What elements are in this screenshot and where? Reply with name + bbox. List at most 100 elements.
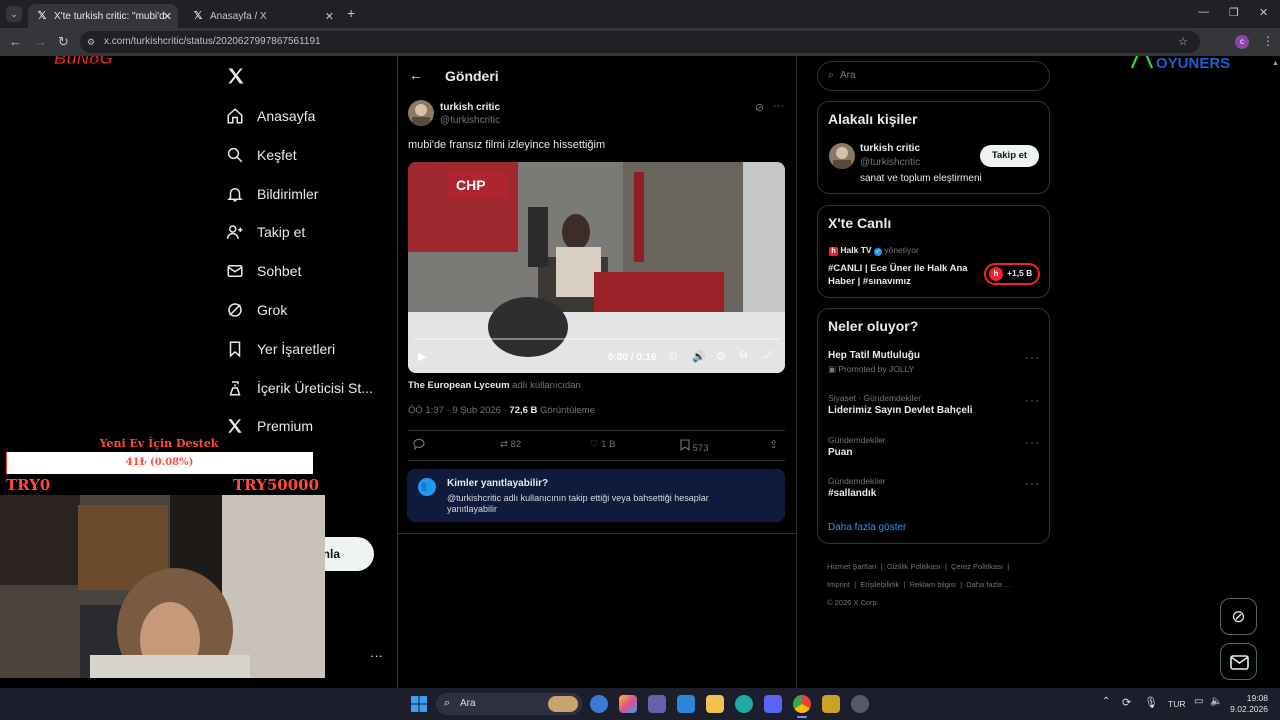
footer-link[interactable]: Çerez Politikası — [951, 562, 1003, 571]
language-indicator[interactable]: TUR — [1168, 699, 1185, 709]
settings-icon[interactable]: ⚙ — [716, 350, 726, 363]
store-icon[interactable] — [677, 695, 695, 713]
reload-icon[interactable]: ↻ — [58, 35, 69, 49]
site-info-icon[interactable]: ⚙ — [87, 31, 95, 53]
chrome-icon[interactable] — [793, 695, 811, 713]
video-progress-track[interactable] — [414, 338, 779, 340]
discord-icon[interactable] — [764, 695, 782, 713]
related-name[interactable]: turkish critic — [860, 143, 920, 154]
fullscreen-icon[interactable]: ⤢ — [764, 350, 772, 361]
footer-link[interactable]: Erişilebilirlik — [860, 580, 899, 589]
live-listeners-badge[interactable]: h +1,5 B — [984, 263, 1040, 285]
tab-search-button[interactable]: ⌄ — [6, 6, 22, 22]
url-field[interactable]: ⚙ x.com/turkishcritic/status/20206279978… — [80, 31, 1200, 53]
attribution-name[interactable]: The European Lyceum — [408, 380, 510, 391]
related-handle[interactable]: @turkishcritic — [860, 157, 920, 168]
captions-icon[interactable]: ⊡ — [669, 351, 677, 362]
live-stream-title[interactable]: #CANLI | Ece Üner ile Halk Ana Haber | #… — [828, 262, 968, 288]
video-player[interactable]: CHP ▶ 0:00 / 0:16 ⊡ 🔊 ⚙ ⧉ ⤢ — [408, 162, 785, 373]
post-text: mubi'de fransız filmi izleyince hissetti… — [408, 139, 606, 151]
share-icon[interactable]: ⇪ — [769, 438, 778, 451]
avatar[interactable] — [408, 100, 434, 126]
copilot-icon[interactable] — [590, 695, 608, 713]
sidebar-item-bell[interactable]: Bildirimler — [226, 180, 318, 208]
trend-item[interactable]: Gündemdekiler Puan ··· — [828, 435, 1040, 465]
play-icon[interactable]: ▶ — [418, 350, 426, 363]
trend-item[interactable]: Gündemdekiler #sallandık ··· — [828, 476, 1040, 506]
app-icon[interactable] — [851, 695, 869, 713]
bookmark-button[interactable]: 573 — [680, 439, 709, 454]
volume-icon[interactable]: 🔊 — [692, 350, 706, 363]
taskbar-search[interactable]: ⌕ Ara — [436, 693, 582, 715]
clock[interactable]: 19:08 9.02.2026 — [1230, 693, 1268, 715]
tab-active[interactable]: 𝕏 X'te turkish critic: "mubi'de fra ✕ — [28, 4, 178, 28]
search-field[interactable]: ⌕ Ara — [817, 61, 1050, 91]
sidebar-item-bookmark[interactable]: Yer İşaretleri — [226, 335, 335, 363]
trend-item[interactable]: Hep Tatil Mutluluğu ▣ Promoted by JOLLY … — [828, 350, 1040, 380]
more-icon[interactable]: ··· — [1025, 350, 1040, 364]
x-logo-icon[interactable] — [226, 66, 246, 86]
tray-app-icon[interactable]: ⟳ — [1122, 696, 1131, 709]
footer-link[interactable]: Gizlilik Politikası — [887, 562, 941, 571]
messages-float-button[interactable] — [1220, 643, 1257, 680]
window-close-button[interactable]: ✕ — [1259, 6, 1268, 19]
more-icon[interactable]: ··· — [1025, 393, 1040, 407]
back-icon[interactable]: ← — [9, 35, 22, 49]
author-name[interactable]: turkish critic — [440, 102, 500, 113]
app-icon[interactable] — [822, 695, 840, 713]
sidebar-item-x-logo[interactable]: Premium — [226, 412, 313, 440]
author-handle[interactable]: @turkishcritic — [440, 115, 500, 126]
sidebar-item-grok[interactable]: Grok — [226, 296, 287, 324]
volume-icon[interactable]: 🔈 — [1210, 696, 1222, 707]
microphone-icon[interactable]: 🎙 — [1144, 696, 1158, 709]
page-scrollbar[interactable]: ▲ — [1272, 60, 1279, 680]
live-host[interactable]: h Halk TV ✓ yönetiyor — [829, 245, 919, 256]
close-icon[interactable]: ✕ — [163, 10, 172, 23]
grok-explain-icon[interactable]: ⊘ — [755, 101, 764, 114]
menu-icon[interactable]: ⋮ — [1262, 34, 1274, 48]
scroll-up-icon[interactable]: ▲ — [1272, 60, 1279, 67]
sidebar-item-person-plus[interactable]: Takip et — [226, 218, 305, 246]
sidebar-item-creator[interactable]: İçerik Üreticisi St... — [226, 374, 373, 402]
tray-chevron-icon[interactable]: ⌃ — [1102, 696, 1110, 707]
grok-float-button[interactable]: ⊘ — [1220, 598, 1257, 635]
sidebar-item-home[interactable]: Anasayfa — [226, 102, 315, 130]
app-icon[interactable] — [619, 695, 637, 713]
display-icon[interactable]: ▭ — [1194, 696, 1203, 707]
pip-icon[interactable]: ⧉ — [740, 350, 747, 361]
forward-icon[interactable]: → — [34, 35, 47, 49]
more-icon[interactable]: ··· — [773, 100, 784, 112]
new-tab-button[interactable]: + — [347, 5, 355, 21]
search-placeholder: Ara — [840, 70, 856, 81]
more-icon[interactable]: ··· — [1025, 435, 1040, 449]
account-more-icon[interactable]: ··· — [370, 648, 383, 663]
back-button[interactable]: ← — [409, 67, 423, 83]
edge-icon[interactable] — [735, 695, 753, 713]
bookmark-star-icon[interactable]: ☆ — [1178, 31, 1188, 53]
profile-avatar[interactable]: c — [1235, 35, 1249, 49]
avatar[interactable] — [829, 143, 855, 169]
post-time[interactable]: ÖÖ 1:37 · 9 Şub 2026 · — [408, 405, 507, 416]
retweet-button[interactable]: ⇄ 82 — [500, 439, 521, 450]
footer-link[interactable]: Hizmet Şartları — [827, 562, 877, 571]
more-icon[interactable]: ··· — [1025, 476, 1040, 490]
reply-button[interactable] — [412, 438, 426, 453]
teams-icon[interactable] — [648, 695, 666, 713]
folder-icon[interactable] — [706, 695, 724, 713]
tab-inactive[interactable]: 𝕏 Anasayfa / X ✕ — [184, 4, 340, 28]
sidebar-item-search[interactable]: Keşfet — [226, 141, 297, 169]
show-more-link[interactable]: Daha fazla göster — [828, 522, 906, 533]
footer-link[interactable]: Reklam bilgisi — [910, 580, 956, 589]
minimize-button[interactable]: — — [1198, 6, 1209, 18]
video-attribution[interactable]: The European Lyceum adlı kullanıcıdan — [408, 380, 581, 391]
start-button[interactable] — [411, 696, 427, 712]
sidebar-item-mail[interactable]: Sohbet — [226, 257, 301, 285]
restore-button[interactable]: ❐ — [1229, 6, 1239, 19]
trend-item[interactable]: Siyaset · Gündemdekiler Liderimiz Sayın … — [828, 393, 1040, 423]
close-icon[interactable]: ✕ — [325, 10, 334, 23]
footer-link[interactable]: Daha fazla ... — [966, 580, 1010, 589]
footer-link[interactable]: Imprint — [827, 580, 850, 589]
people-icon: 👥 — [418, 478, 436, 496]
like-button[interactable]: ♡ 1 B — [590, 439, 615, 450]
follow-button[interactable]: Takip et — [980, 145, 1039, 167]
